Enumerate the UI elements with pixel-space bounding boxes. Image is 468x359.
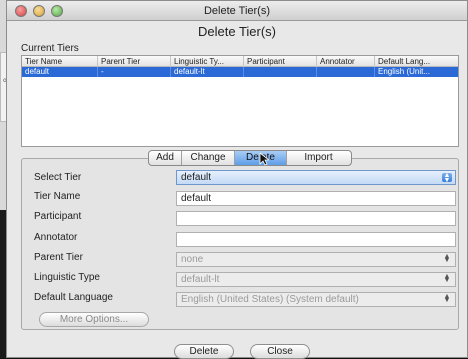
parent-tier-value: none [181, 254, 204, 265]
default-language-value: English (United States) (System default) [181, 294, 359, 305]
current-tiers-table: Tier Name Parent Tier Linguistic Ty... P… [21, 55, 459, 147]
default-language-label: Default Language [34, 292, 113, 303]
cell-tier-name: default [22, 67, 98, 77]
linguistic-type-label: Linguistic Type [34, 272, 100, 283]
mouse-pointer-icon [259, 152, 269, 166]
cell-participant [244, 67, 317, 77]
close-window-icon[interactable] [15, 5, 27, 17]
tab-change[interactable]: Change [182, 151, 235, 165]
zoom-window-icon[interactable] [51, 5, 63, 17]
cell-parent-tier: - [98, 67, 171, 77]
column-header-participant[interactable]: Participant [244, 56, 317, 67]
participant-field[interactable] [176, 211, 456, 226]
default-language-dropdown[interactable]: English (United States) (System default)… [176, 292, 456, 307]
chevron-updown-icon: ▲ ▼ [443, 293, 451, 304]
column-header-default-language[interactable]: Default Lang... [375, 56, 458, 67]
tab-add[interactable]: Add [149, 151, 182, 165]
tier-edit-panel: Select Tier default ▲ ▼ Tier Name default… [21, 158, 459, 330]
delete-tiers-dialog: Delete Tier(s) Delete Tier(s) Current Ti… [6, 0, 468, 359]
chevron-updown-icon: ▲ ▼ [443, 273, 451, 284]
parent-tier-label: Parent Tier [34, 252, 83, 263]
tab-import[interactable]: Import [287, 151, 350, 165]
close-button[interactable]: Close [250, 344, 310, 359]
window-title: Delete Tier(s) [203, 5, 271, 17]
more-options-button[interactable]: More Options... [39, 312, 149, 327]
tier-name-value: default [181, 193, 212, 204]
tier-name-field[interactable]: default [176, 191, 456, 206]
column-header-tier-name[interactable]: Tier Name [22, 56, 98, 67]
select-tier-value: default [181, 172, 212, 183]
table-row[interactable]: default - default-lt English (Unit... [22, 67, 458, 77]
minimize-window-icon[interactable] [33, 5, 45, 17]
chevron-updown-icon: ▲ ▼ [442, 172, 452, 184]
cell-annotator [317, 67, 375, 77]
linguistic-type-value: default-lt [181, 274, 220, 285]
column-header-annotator[interactable]: Annotator [317, 56, 375, 67]
chevron-updown-icon: ▲ ▼ [443, 253, 451, 264]
linguistic-type-dropdown[interactable]: default-lt ▲ ▼ [176, 272, 456, 287]
dialog-heading: Delete Tier(s) [197, 24, 277, 39]
select-tier-dropdown[interactable]: default ▲ ▼ [176, 170, 456, 185]
title-bar: Delete Tier(s) [7, 1, 467, 21]
participant-label: Participant [34, 211, 82, 222]
column-header-linguistic-type[interactable]: Linguistic Ty... [171, 56, 244, 67]
cell-default-language: English (Unit... [378, 67, 431, 76]
table-header: Tier Name Parent Tier Linguistic Ty... P… [22, 56, 458, 67]
parent-tier-dropdown[interactable]: none ▲ ▼ [176, 252, 456, 267]
column-header-parent-tier[interactable]: Parent Tier [98, 56, 171, 67]
annotator-label: Annotator [34, 232, 78, 243]
current-tiers-label: Current Tiers [21, 43, 79, 54]
delete-button[interactable]: Delete [174, 344, 234, 359]
tier-name-label: Tier Name [34, 191, 81, 202]
cell-linguistic-type: default-lt [171, 67, 244, 77]
action-tabs: Add Change Delete Import [148, 150, 352, 166]
annotator-field[interactable] [176, 232, 456, 247]
select-tier-label: Select Tier [34, 172, 82, 183]
